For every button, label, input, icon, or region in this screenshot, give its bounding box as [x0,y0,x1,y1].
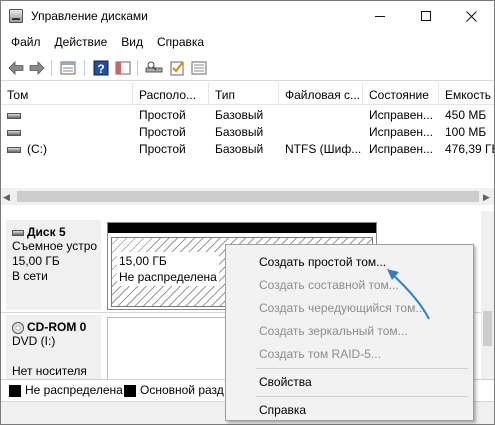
forward-arrow-icon[interactable] [28,59,46,77]
disk-icon [12,229,24,236]
view-icon[interactable] [114,59,132,77]
menu-separator [256,368,468,369]
properties-icon[interactable] [59,59,77,77]
toolbar-separator [137,60,138,76]
volume-icon [7,129,21,136]
disk-status: В сети [12,269,48,283]
column-header-filesystem[interactable]: Файловая с... [279,83,363,105]
volume-list-header: Том Располо... Тип Файловая с... Состоян… [1,83,494,105]
connect-icon[interactable] [145,59,163,77]
partition-size: 15,00 ГБ [119,254,167,268]
scrollbar-thumb[interactable] [483,311,492,346]
svg-text:?: ? [97,62,104,76]
menu-item-properties[interactable]: Свойства [226,370,473,392]
help-icon[interactable]: ? [92,59,110,77]
minimize-button[interactable] [357,1,403,31]
disk-name: Диск 5 [27,225,66,239]
partition-state: Не распределена [119,270,217,284]
disk-management-window: Управление дисками Файл Действие Вид Спр… [0,0,495,425]
volume-layout: Простой [139,125,186,139]
minimize-icon [375,15,385,17]
close-icon [465,10,477,22]
menu-help[interactable]: Справка [150,32,211,54]
menu-bar: Файл Действие Вид Справка [1,32,494,54]
volume-layout: Простой [139,142,186,156]
toolbar: ? [1,55,494,81]
window-title: Управление дисками [31,9,148,23]
partition-header-bar [108,223,376,233]
menu-item-help[interactable]: Справка [226,398,473,420]
disk-management-icon [9,9,23,23]
legend-unallocated: Не распределена [9,383,123,397]
close-button[interactable] [448,1,494,31]
menu-file[interactable]: Файл [1,32,48,54]
list-icon[interactable] [190,59,208,77]
disk-status: Нет носителя [12,364,87,378]
check-icon[interactable] [168,59,186,77]
cd-rom-icon [12,321,24,334]
column-header-capacity[interactable]: Емкость [439,83,494,105]
menu-view[interactable]: Вид [114,32,150,54]
volume-capacity: 476,39 ГБ [445,142,494,156]
context-menu: Создать простой том... Создать составной… [225,244,474,421]
menu-item-create-raid5-volume: Создать том RAID-5... [259,347,381,361]
menu-item-create-striped-volume: Создать чередующийся том... [259,301,426,315]
menu-item-create-simple-volume[interactable]: Создать простой том... [226,250,473,272]
volume-capacity: 450 МБ [445,108,487,122]
legend-label: Не распределена [25,383,123,397]
toolbar-separator [84,60,85,76]
legend-primary: Основной разд [124,383,224,397]
menu-item-create-spanned-volume: Создать составной том... [259,278,399,292]
volume-list: Том Располо... Тип Файловая с... Состоян… [1,83,494,205]
volume-icon [7,112,21,119]
volume-status: Исправен... [369,108,434,122]
vertical-scrollbar[interactable] [481,211,494,383]
column-header-type[interactable]: Тип [209,83,279,105]
volume-layout: Простой [139,108,186,122]
volume-status: Исправен... [369,125,434,139]
volume-icon [7,146,21,153]
volume-name: (C:) [27,142,47,156]
disk-5-info[interactable]: Диск 5 Съемное устро 15,00 ГБ В сети [6,220,101,310]
scroll-right-icon[interactable]: ▶ [483,192,490,203]
legend-swatch [9,384,21,397]
disk-name: CD-ROM 0 [27,320,87,334]
back-arrow-icon[interactable] [7,59,25,77]
volume-row[interactable]: (C:) Простой Базовый NTFS (Шиф... Исправ… [1,141,494,158]
menu-separator [256,396,468,397]
volume-type: Базовый [215,142,264,156]
disk-size: 15,00 ГБ [12,254,60,268]
legend-label: Основной разд [140,383,224,397]
disk-type: DVD (I:) [12,334,56,348]
column-header-volume[interactable]: Том [1,83,133,105]
scroll-left-icon[interactable]: ◀ [3,192,10,203]
volume-type: Базовый [215,108,264,122]
menu-action[interactable]: Действие [48,32,115,54]
volume-capacity: 100 МБ [445,125,487,139]
volume-status: Исправен... [369,142,434,156]
toolbar-separator [51,60,52,76]
volume-filesystem: NTFS (Шиф... [285,142,362,156]
volume-type: Базовый [215,125,264,139]
volume-row[interactable]: Простой Базовый Исправен... 450 МБ [1,107,494,124]
maximize-button[interactable] [403,1,449,31]
title-bar: Управление дисками [1,1,494,31]
horizontal-scrollbar[interactable]: ◀ ▶ [1,188,494,205]
column-header-status[interactable]: Состояние [363,83,439,105]
column-header-layout[interactable]: Располо... [133,83,209,105]
menu-item-create-mirrored-volume: Создать зеркальный том... [259,324,408,338]
legend-swatch [124,384,136,397]
disk-size [12,349,101,364]
disk-type: Съемное устро [12,239,98,253]
scrollbar-thumb[interactable] [17,191,479,202]
cdrom-0-info[interactable]: CD-ROM 0 DVD (I:) Нет носителя [6,315,101,383]
volume-row[interactable]: Простой Базовый Исправен... 100 МБ [1,124,494,141]
maximize-icon [421,11,431,21]
